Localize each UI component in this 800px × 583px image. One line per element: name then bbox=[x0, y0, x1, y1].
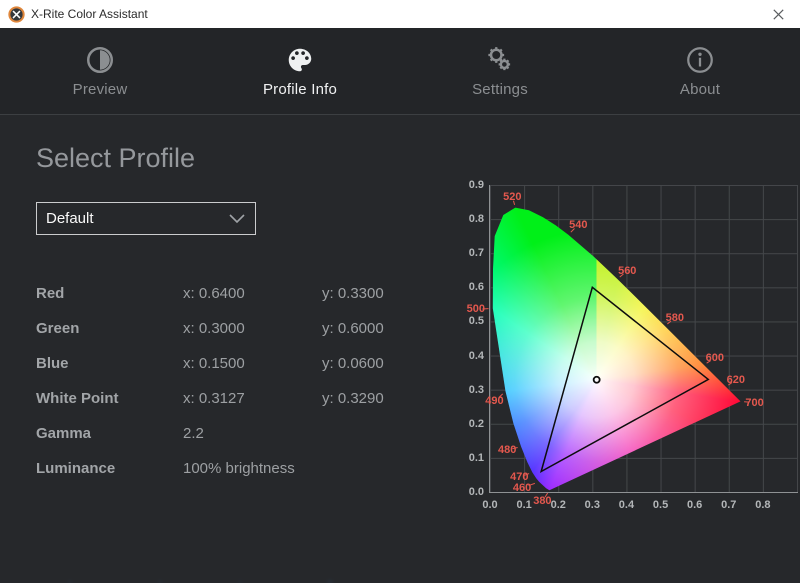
contrast-icon bbox=[85, 45, 115, 75]
wavelength-label: 620 bbox=[727, 374, 745, 386]
row-y-value: y: 0.3290 bbox=[322, 390, 384, 407]
tab-profile-info[interactable]: Profile Info bbox=[200, 28, 400, 114]
row-label: Luminance bbox=[36, 460, 183, 477]
y-tick-label: 0.8 bbox=[458, 213, 484, 225]
table-row: Green x: 0.3000 y: 0.6000 bbox=[36, 311, 436, 346]
table-row: Red x: 0.6400 y: 0.3300 bbox=[36, 276, 436, 311]
palette-icon bbox=[285, 45, 315, 75]
wavelength-label: 560 bbox=[618, 265, 636, 277]
x-tick-label: 0.6 bbox=[687, 499, 702, 511]
wavelength-label: 460 bbox=[513, 482, 531, 494]
nav-bar: Preview Profile Info Settings bbox=[0, 28, 800, 115]
app-window: X-Rite Color Assistant Preview Profile I… bbox=[0, 0, 800, 583]
tab-settings[interactable]: Settings bbox=[400, 28, 600, 114]
page-title: Select Profile bbox=[36, 143, 195, 174]
x-tick-label: 0.0 bbox=[482, 499, 497, 511]
wavelength-label: 700 bbox=[745, 397, 763, 409]
app-logo-icon bbox=[8, 6, 25, 23]
row-label: Green bbox=[36, 320, 183, 337]
chromaticity-chart: 0.0 0.1 0.2 0.3 0.4 0.5 0.6 0.7 0.8 0.0 0.1 0.2 0.3 0… bbox=[458, 168, 800, 530]
x-tick-label: 0.2 bbox=[551, 499, 566, 511]
y-tick-label: 0.9 bbox=[458, 179, 484, 191]
y-tick-label: 0.5 bbox=[458, 315, 484, 327]
profile-dropdown[interactable]: Default bbox=[36, 202, 256, 235]
tab-label: Settings bbox=[472, 81, 528, 98]
main-content: Select Profile Default Red x: 0.6400 y: … bbox=[0, 115, 800, 583]
close-button[interactable] bbox=[756, 0, 800, 28]
table-row: Blue x: 0.1500 y: 0.0600 bbox=[36, 346, 436, 381]
row-x-value: x: 0.3000 bbox=[183, 320, 322, 337]
y-tick-label: 0.4 bbox=[458, 350, 484, 362]
wavelength-label: 520 bbox=[503, 191, 521, 203]
wavelength-label: 580 bbox=[666, 312, 684, 324]
row-label: Blue bbox=[36, 355, 183, 372]
y-tick-label: 0.0 bbox=[458, 486, 484, 498]
gears-icon bbox=[485, 45, 515, 75]
info-icon bbox=[685, 45, 715, 75]
y-tick-label: 0.3 bbox=[458, 384, 484, 396]
wavelength-label: 380 bbox=[533, 495, 551, 507]
x-tick-label: 0.7 bbox=[721, 499, 736, 511]
row-x-value: x: 0.6400 bbox=[183, 285, 322, 302]
row-x-value: x: 0.3127 bbox=[183, 390, 322, 407]
wavelength-label: 490 bbox=[485, 395, 503, 407]
tab-preview[interactable]: Preview bbox=[0, 28, 200, 114]
tab-about[interactable]: About bbox=[600, 28, 800, 114]
profile-dropdown-value: Default bbox=[46, 210, 229, 227]
wavelength-label: 540 bbox=[569, 219, 587, 231]
y-tick-label: 0.1 bbox=[458, 452, 484, 464]
wavelength-label: 500 bbox=[467, 303, 485, 315]
close-icon bbox=[773, 9, 784, 20]
y-tick-label: 0.6 bbox=[458, 281, 484, 293]
profile-info-table: Red x: 0.6400 y: 0.3300 Green x: 0.3000 … bbox=[36, 276, 436, 486]
window-title: X-Rite Color Assistant bbox=[31, 7, 148, 21]
x-tick-label: 0.8 bbox=[755, 499, 770, 511]
x-tick-label: 0.4 bbox=[619, 499, 634, 511]
tab-label: Preview bbox=[73, 81, 128, 98]
wavelength-label: 480 bbox=[498, 444, 516, 456]
titlebar: X-Rite Color Assistant bbox=[0, 0, 800, 28]
row-label: Gamma bbox=[36, 425, 183, 442]
row-y-value: y: 0.3300 bbox=[322, 285, 384, 302]
x-tick-label: 0.5 bbox=[653, 499, 668, 511]
x-tick-label: 0.1 bbox=[516, 499, 531, 511]
chevron-down-icon bbox=[229, 214, 245, 223]
table-row: Luminance 100% brightness bbox=[36, 451, 436, 486]
row-label: White Point bbox=[36, 390, 183, 407]
y-tick-label: 0.2 bbox=[458, 418, 484, 430]
row-x-value: x: 0.1500 bbox=[183, 355, 322, 372]
y-tick-label: 0.7 bbox=[458, 247, 484, 259]
row-y-value: y: 0.0600 bbox=[322, 355, 384, 372]
table-row: White Point x: 0.3127 y: 0.3290 bbox=[36, 381, 436, 416]
tab-label: Profile Info bbox=[263, 81, 337, 98]
tab-label: About bbox=[680, 81, 720, 98]
wavelength-label: 600 bbox=[706, 352, 724, 364]
row-value: 100% brightness bbox=[183, 460, 322, 477]
row-label: Red bbox=[36, 285, 183, 302]
row-y-value: y: 0.6000 bbox=[322, 320, 384, 337]
background-window-glow bbox=[40, 579, 400, 583]
table-row: Gamma 2.2 bbox=[36, 416, 436, 451]
row-value: 2.2 bbox=[183, 425, 322, 442]
x-tick-label: 0.3 bbox=[585, 499, 600, 511]
